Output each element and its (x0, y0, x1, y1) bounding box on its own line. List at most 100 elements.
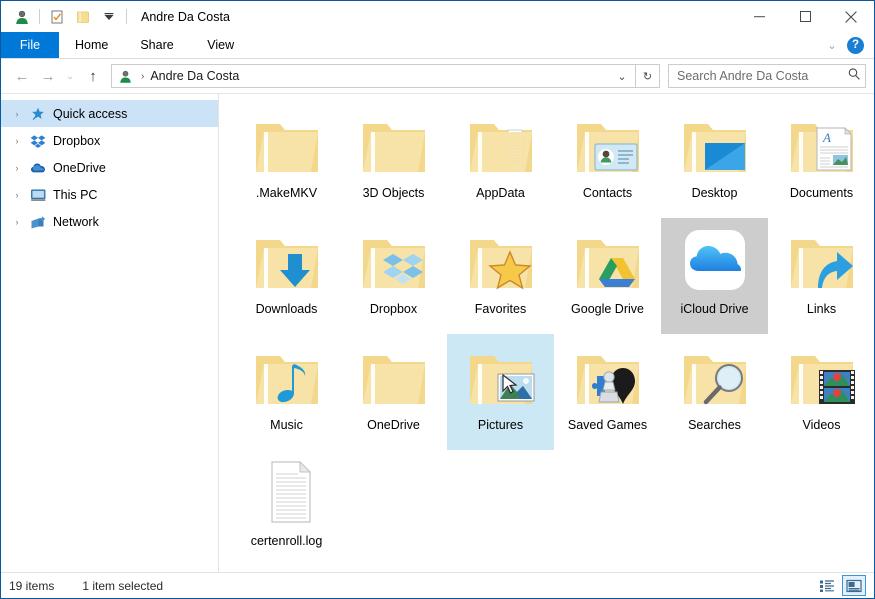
file-name: Contacts (582, 186, 633, 200)
network-icon (27, 214, 49, 230)
file-item[interactable]: Downloads (233, 218, 340, 334)
file-name: Downloads (255, 302, 318, 316)
file-item[interactable]: AppData (447, 102, 554, 218)
search-icon[interactable] (847, 67, 861, 86)
file-list-pane[interactable]: .MakeMKV 3D Objects AppData Contacts Des… (219, 94, 874, 572)
item-count-label: 19 items (9, 578, 55, 593)
file-item[interactable]: A Documents (768, 102, 874, 218)
file-name: iCloud Drive (680, 302, 749, 316)
properties-icon[interactable] (44, 5, 70, 29)
file-item[interactable]: Desktop (661, 102, 768, 218)
sidebar-item-network[interactable]: › Network (1, 208, 218, 235)
help-icon[interactable]: ? (847, 36, 864, 54)
folder-pictures-icon (461, 340, 541, 412)
folder-music-icon (247, 340, 327, 412)
onedrive-cloud-icon (27, 160, 49, 176)
tab-view[interactable]: View (190, 32, 252, 58)
window-controls (736, 1, 874, 32)
sidebar-item-label: Dropbox (53, 133, 101, 148)
file-item[interactable]: certenroll.log (233, 450, 340, 566)
file-name: Google Drive (571, 302, 644, 316)
file-name: Searches (688, 418, 741, 432)
sidebar-item-label: Network (53, 214, 99, 229)
chevron-right-icon[interactable]: › (7, 190, 27, 200)
file-explorer-window: Andre Da Costa File Home Share View ⌄ ? (0, 0, 875, 599)
ribbon-right-controls: ⌄ ? (823, 32, 874, 58)
window-title: Andre Da Costa (141, 9, 230, 24)
folder-documents-icon: A (782, 108, 862, 180)
expand-ribbon-chevron-icon[interactable]: ⌄ (823, 39, 841, 52)
file-name: OneDrive (367, 418, 420, 432)
file-name: Documents (789, 186, 854, 200)
file-name: .MakeMKV (255, 186, 318, 200)
file-item[interactable]: Links (768, 218, 874, 334)
file-item[interactable]: OneDrive (340, 334, 447, 450)
tab-file[interactable]: File (1, 32, 59, 58)
folder-desktop-icon (675, 108, 755, 180)
file-grid: .MakeMKV 3D Objects AppData Contacts Des… (223, 102, 874, 566)
breadcrumb-separator: › (141, 70, 145, 82)
file-name: Music (270, 418, 303, 432)
new-folder-icon[interactable] (70, 5, 96, 29)
file-item[interactable]: Searches (661, 334, 768, 450)
file-item[interactable]: Google Drive (554, 218, 661, 334)
details-view-button[interactable] (815, 575, 839, 596)
address-bar: ← → ⌄ ↑ › Andre Da Costa ⌄ ↻ Search Andr… (1, 59, 874, 93)
forward-button[interactable]: → (35, 63, 61, 89)
sidebar-item-quick-access[interactable]: › Quick access (1, 100, 218, 127)
chevron-right-icon[interactable]: › (7, 136, 27, 146)
status-bar: 19 items 1 item selected (1, 572, 874, 598)
monitor-icon (27, 187, 49, 203)
recent-locations-button[interactable]: ⌄ (61, 63, 79, 89)
customize-chevron-icon[interactable] (96, 5, 122, 29)
file-item[interactable]: Contacts (554, 102, 661, 218)
qat-divider-2 (126, 9, 127, 24)
maximize-button[interactable] (782, 1, 828, 32)
folder-links-icon (782, 224, 862, 296)
tab-home[interactable]: Home (59, 32, 124, 58)
breadcrumb[interactable]: › Andre Da Costa ⌄ (111, 64, 636, 88)
folder-plain-icon (354, 340, 434, 412)
navigation-pane: › Quick access › Dropbox › OneDrive › Th… (1, 94, 219, 572)
icloud-app-icon (675, 224, 755, 296)
file-item[interactable]: .MakeMKV (233, 102, 340, 218)
folder-dropbox-icon (354, 224, 434, 296)
file-name: Desktop (691, 186, 738, 200)
file-item[interactable]: Music (233, 334, 340, 450)
file-name: Links (806, 302, 837, 316)
file-name: certenroll.log (250, 534, 323, 548)
back-button[interactable]: ← (9, 63, 35, 89)
sidebar-item-dropbox[interactable]: › Dropbox (1, 127, 218, 154)
search-input[interactable]: Search Andre Da Costa (668, 64, 866, 88)
star-pin-icon (27, 106, 49, 122)
close-button[interactable] (828, 1, 874, 32)
folder-plain-icon (247, 108, 327, 180)
file-item-hovered[interactable]: Pictures (447, 334, 554, 450)
file-item[interactable]: Saved Games (554, 334, 661, 450)
search-placeholder: Search Andre Da Costa (677, 69, 809, 83)
large-icons-view-button[interactable] (842, 575, 866, 596)
file-item[interactable]: Dropbox (340, 218, 447, 334)
file-item-selected[interactable]: iCloud Drive (661, 218, 768, 334)
chevron-right-icon[interactable]: › (7, 163, 27, 173)
sidebar-item-onedrive[interactable]: › OneDrive (1, 154, 218, 181)
up-button[interactable]: ↑ (79, 63, 107, 89)
file-item[interactable]: Favorites (447, 218, 554, 334)
chevron-right-icon[interactable]: › (7, 217, 27, 227)
refresh-button[interactable]: ↻ (636, 64, 660, 88)
file-name: Favorites (474, 302, 527, 316)
user-folder-icon[interactable] (9, 5, 35, 29)
file-item[interactable]: Videos (768, 334, 874, 450)
folder-appdata-icon (461, 108, 541, 180)
qat-divider (39, 9, 40, 24)
tab-share[interactable]: Share (124, 32, 189, 58)
minimize-button[interactable] (736, 1, 782, 32)
sidebar-item-this-pc[interactable]: › This PC (1, 181, 218, 208)
text-file-icon (247, 456, 327, 528)
file-item[interactable]: 3D Objects (340, 102, 447, 218)
chevron-right-icon[interactable]: › (7, 109, 27, 119)
history-chevron-icon[interactable]: ⌄ (611, 65, 633, 87)
sidebar-item-label: This PC (53, 187, 98, 202)
breadcrumb-path[interactable]: Andre Da Costa (150, 69, 239, 83)
file-name: Videos (802, 418, 841, 432)
